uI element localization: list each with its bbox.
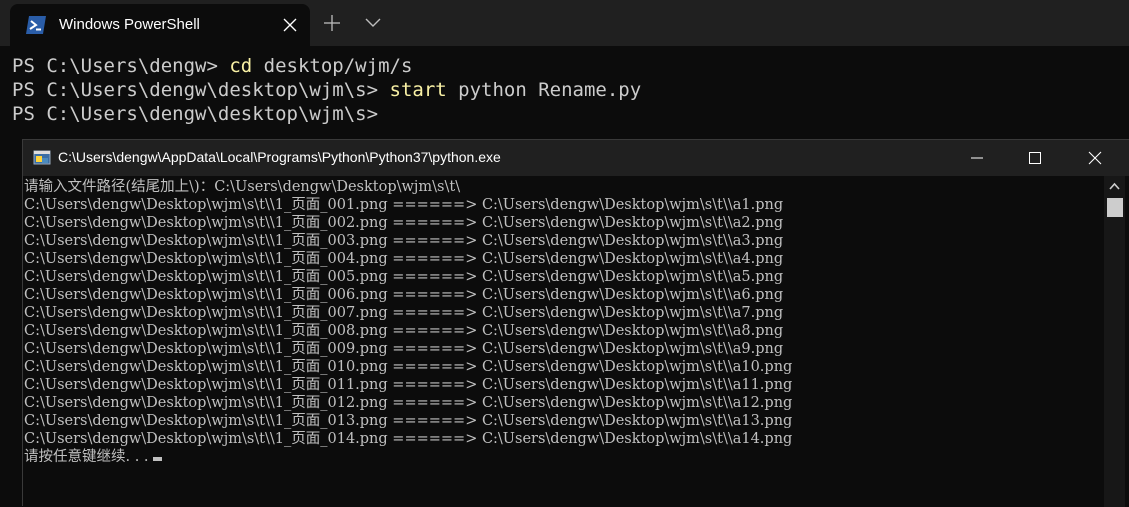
ps-args: python Rename.py: [446, 79, 642, 101]
powershell-icon: [26, 16, 46, 34]
minimize-icon[interactable]: [965, 150, 989, 166]
terminal-tab-bar: Windows PowerShell: [0, 0, 1129, 46]
console-line: C:\Users\dengw\Desktop\wjm\s\t\\1_页面_007…: [24, 305, 784, 321]
console-titlebar[interactable]: C:\Users\dengw\AppData\Local\Programs\Py…: [23, 140, 1129, 176]
ps-line: PS C:\Users\dengw> cd desktop/wjm/s: [12, 54, 641, 78]
console-line: C:\Users\dengw\Desktop\wjm\s\t\\1_页面_010…: [24, 359, 793, 375]
console-line: C:\Users\dengw\Desktop\wjm\s\t\\1_页面_009…: [24, 341, 784, 357]
python-icon: [33, 150, 51, 165]
ps-line: PS C:\Users\dengw\desktop\wjm\s> start p…: [12, 78, 641, 102]
ps-args: desktop/wjm/s: [252, 55, 413, 77]
ps-prompt: PS C:\Users\dengw\desktop\wjm\s>: [12, 79, 390, 101]
ps-prompt: PS C:\Users\dengw>: [12, 55, 230, 77]
console-scrollbar[interactable]: [1104, 176, 1125, 507]
ps-line: PS C:\Users\dengw\desktop\wjm\s>: [12, 102, 641, 126]
console-line: C:\Users\dengw\Desktop\wjm\s\t\\1_页面_003…: [24, 233, 784, 249]
console-line: C:\Users\dengw\Desktop\wjm\s\t\\1_页面_004…: [24, 251, 784, 267]
maximize-icon[interactable]: [1023, 150, 1047, 166]
console-line: C:\Users\dengw\Desktop\wjm\s\t\\1_页面_012…: [24, 395, 793, 411]
ps-command: cd: [229, 55, 253, 77]
console-line: C:\Users\dengw\Desktop\wjm\s\t\\1_页面_005…: [24, 269, 784, 285]
console-line: C:\Users\dengw\Desktop\wjm\s\t\\1_页面_008…: [24, 323, 784, 339]
console-pause-line: 请按任意键继续. . .: [24, 448, 1102, 466]
tab-title: Windows PowerShell: [59, 16, 200, 33]
ps-prompt: PS C:\Users\dengw\desktop\wjm\s>: [12, 103, 379, 125]
scroll-up-arrow-icon[interactable]: [1109, 182, 1120, 190]
console-line: C:\Users\dengw\Desktop\wjm\s\t\\1_页面_013…: [24, 413, 793, 429]
text-cursor: [152, 457, 162, 461]
console-line: C:\Users\dengw\Desktop\wjm\s\t\\1_页面_014…: [24, 431, 793, 447]
console-line: C:\Users\dengw\Desktop\wjm\s\t\\1_页面_001…: [24, 197, 784, 213]
close-icon[interactable]: [282, 17, 298, 33]
console-output[interactable]: 请输入文件路径(结尾加上\)：C:\Users\dengw\Desktop\wj…: [24, 178, 1102, 466]
plus-icon[interactable]: [323, 14, 341, 32]
pause-prompt: 请按任意键继续. . .: [24, 449, 149, 465]
tab-windows-powershell[interactable]: Windows PowerShell: [10, 4, 310, 46]
scrollbar-thumb[interactable]: [1107, 198, 1123, 217]
console-line: 请输入文件路径(结尾加上\)：C:\Users\dengw\Desktop\wj…: [24, 179, 461, 195]
powershell-output[interactable]: PS C:\Users\dengw> cd desktop/wjm/s PS C…: [12, 54, 641, 126]
close-icon[interactable]: [1083, 150, 1107, 166]
chevron-down-icon[interactable]: [365, 18, 381, 28]
ps-command: start: [389, 79, 447, 101]
python-console-window[interactable]: C:\Users\dengw\AppData\Local\Programs\Py…: [22, 139, 1129, 507]
console-title: C:\Users\dengw\AppData\Local\Programs\Py…: [58, 149, 501, 165]
console-line: C:\Users\dengw\Desktop\wjm\s\t\\1_页面_006…: [24, 287, 784, 303]
console-line: C:\Users\dengw\Desktop\wjm\s\t\\1_页面_011…: [24, 377, 793, 393]
console-line: C:\Users\dengw\Desktop\wjm\s\t\\1_页面_002…: [24, 215, 784, 231]
